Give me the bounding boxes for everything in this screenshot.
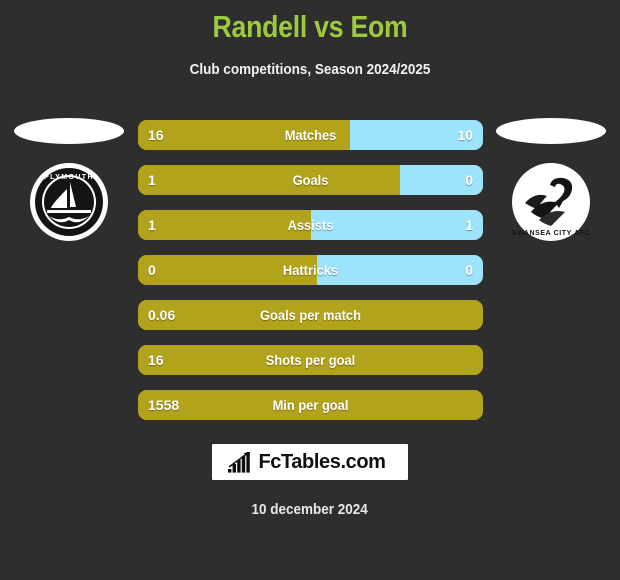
home-team-crest-column: PLYMOUTH	[0, 112, 138, 282]
away-team-crest-column: SWANSEA CITY AFC	[482, 112, 620, 282]
stat-bars-list: 16 Matches 10 1 Goals 0 1 Assists 1 0 Ha…	[138, 120, 483, 435]
stat-label: Hattricks	[282, 262, 339, 278]
stat-label: Min per goal	[272, 397, 349, 413]
stat-away-value: 0	[465, 262, 473, 278]
bar-chart-arrow-icon	[228, 451, 251, 473]
chart-date: 10 december 2024	[251, 501, 369, 518]
home-crest-highlight-ellipse	[14, 118, 124, 144]
stat-row-shots-per-goal: 16 Shots per goal	[138, 345, 483, 375]
stat-row-matches: 16 Matches 10	[138, 120, 483, 150]
stat-row-goals-per-match: 0.06 Goals per match	[138, 300, 483, 330]
stat-label: Matches	[284, 127, 337, 143]
stat-label: Goals per match	[260, 307, 361, 323]
svg-text:PLYMOUTH: PLYMOUTH	[44, 174, 94, 181]
plymouth-argyle-crest-icon: PLYMOUTH	[29, 162, 109, 242]
stat-away-value: 10	[457, 127, 473, 143]
stat-label: Shots per goal	[265, 352, 356, 368]
stat-label: Assists	[287, 217, 334, 233]
stat-row-hattricks: 0 Hattricks 0	[138, 255, 483, 285]
comparison-board: PLYMOUTH SWANSEA CITY AFC 16 Matches 10	[0, 112, 620, 432]
stat-label: Goals	[292, 172, 329, 188]
chart-header: Randell vs Eom Club competitions, Season…	[0, 0, 620, 80]
stat-row-min-per-goal: 1558 Min per goal	[138, 390, 483, 420]
svg-text:SWANSEA CITY AFC: SWANSEA CITY AFC	[512, 230, 591, 237]
away-crest-highlight-ellipse	[496, 118, 606, 144]
stat-row-assists: 1 Assists 1	[138, 210, 483, 240]
brand-name: FcTables.com	[258, 451, 386, 473]
page-subtitle: Club competitions, Season 2024/2025	[189, 61, 431, 78]
stat-row-goals: 1 Goals 0	[138, 165, 483, 195]
fctables-brand-logo[interactable]: FcTables.com	[212, 444, 408, 480]
chart-footer: FcTables.com 10 december 2024	[0, 444, 620, 519]
swansea-city-crest-icon: SWANSEA CITY AFC	[511, 162, 591, 242]
stat-away-value: 1	[465, 217, 473, 233]
page-title: Randell vs Eom	[212, 9, 408, 44]
stat-away-value: 0	[465, 172, 473, 188]
